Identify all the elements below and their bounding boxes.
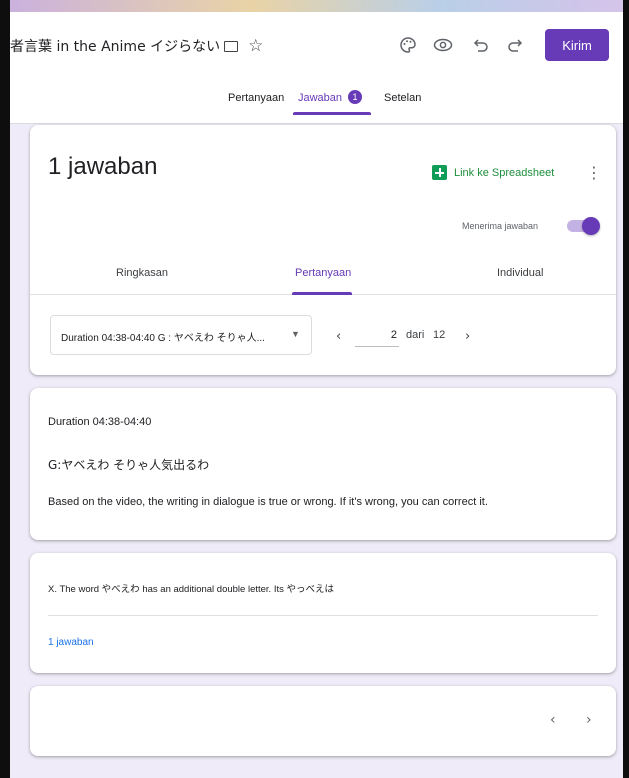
tab-questions[interactable]: Pertanyaan	[228, 88, 284, 124]
answer-divider	[48, 615, 598, 616]
redo-icon[interactable]	[504, 34, 526, 56]
next-question-icon[interactable]: ›	[465, 329, 470, 344]
subtab-question[interactable]: Pertanyaan	[295, 267, 351, 279]
dropdown-arrow-icon: ▼	[291, 329, 300, 339]
more-vert-icon[interactable]: ⋮	[586, 163, 602, 182]
responses-summary-card: 1 jawaban Link ke Spreadsheet ⋮ Menerima…	[30, 125, 616, 375]
pager-total: 12	[433, 329, 446, 341]
send-button[interactable]: Kirim	[545, 29, 609, 61]
question-title: Duration 04:38-04:40	[48, 416, 152, 428]
answer-nav-card: ‹ ›	[30, 686, 616, 756]
spreadsheet-link-label: Link ke Spreadsheet	[454, 166, 555, 179]
forms-app: 者言葉 in the Anime イジらない ☆ Kirim Pertanyaa…	[10, 12, 623, 778]
tab-responses[interactable]: Jawaban 1	[298, 88, 363, 124]
question-description: Based on the video, the writing in dialo…	[48, 496, 488, 508]
tab-settings[interactable]: Setelan	[384, 88, 421, 124]
previous-answer-icon[interactable]: ‹	[550, 712, 556, 728]
response-view-tabs: Ringkasan Pertanyaan Individual	[30, 255, 616, 295]
doc-title[interactable]: 者言葉 in the Anime イジらない ☆	[10, 36, 263, 56]
undo-icon[interactable]	[470, 34, 492, 56]
accepting-responses-toggle[interactable]	[567, 217, 600, 235]
active-tab-indicator	[293, 112, 371, 115]
question-page-input[interactable]: 2	[355, 323, 399, 347]
toggle-knob	[582, 217, 600, 235]
star-icon[interactable]: ☆	[248, 36, 263, 56]
question-dialogue: G:ヤベえわ そりゃ人気出るわ	[48, 458, 210, 472]
previous-question-icon[interactable]: ‹	[336, 329, 341, 344]
spreadsheet-link[interactable]: Link ke Spreadsheet	[432, 165, 554, 180]
question-select[interactable]: Duration 04:38-04:40 G : ヤベえわ そりゃ人... ▼	[50, 315, 312, 355]
sheets-icon	[432, 165, 447, 180]
palette-icon[interactable]	[397, 34, 419, 56]
question-card: Duration 04:38-04:40 G:ヤベえわ そりゃ人気出るわ Bas…	[30, 388, 616, 540]
accepting-responses-label: Menerima jawaban	[462, 221, 539, 231]
active-subtab-indicator	[292, 292, 352, 295]
top-decoration-strip	[0, 0, 629, 12]
left-frame-bar	[0, 0, 10, 778]
answer-text: X. The word やべえわ has an additional doubl…	[48, 584, 335, 595]
answer-response-count[interactable]: 1 jawaban	[48, 637, 94, 648]
question-select-value: Duration 04:38-04:40 G : ヤベえわ そりゃ人...	[61, 333, 265, 344]
tab-responses-label: Jawaban	[298, 92, 343, 104]
header: 者言葉 in the Anime イジらない ☆ Kirim Pertanyaa…	[10, 12, 623, 124]
answer-card: X. The word やべえわ has an additional doubl…	[30, 553, 616, 673]
response-count-badge: 1	[348, 90, 363, 104]
eye-icon[interactable]	[432, 34, 454, 56]
responses-title: 1 jawaban	[48, 153, 158, 180]
subtab-individual[interactable]: Individual	[497, 267, 543, 279]
right-frame-bar	[623, 0, 629, 778]
subtab-summary[interactable]: Ringkasan	[116, 267, 168, 279]
main-tabs: Pertanyaan Jawaban 1 Setelan	[10, 88, 623, 124]
pager-of-label: dari	[406, 329, 425, 341]
folder-icon[interactable]	[224, 40, 239, 52]
next-answer-icon[interactable]: ›	[586, 712, 592, 728]
doc-title-text[interactable]: 者言葉 in the Anime イジらない	[10, 36, 220, 56]
